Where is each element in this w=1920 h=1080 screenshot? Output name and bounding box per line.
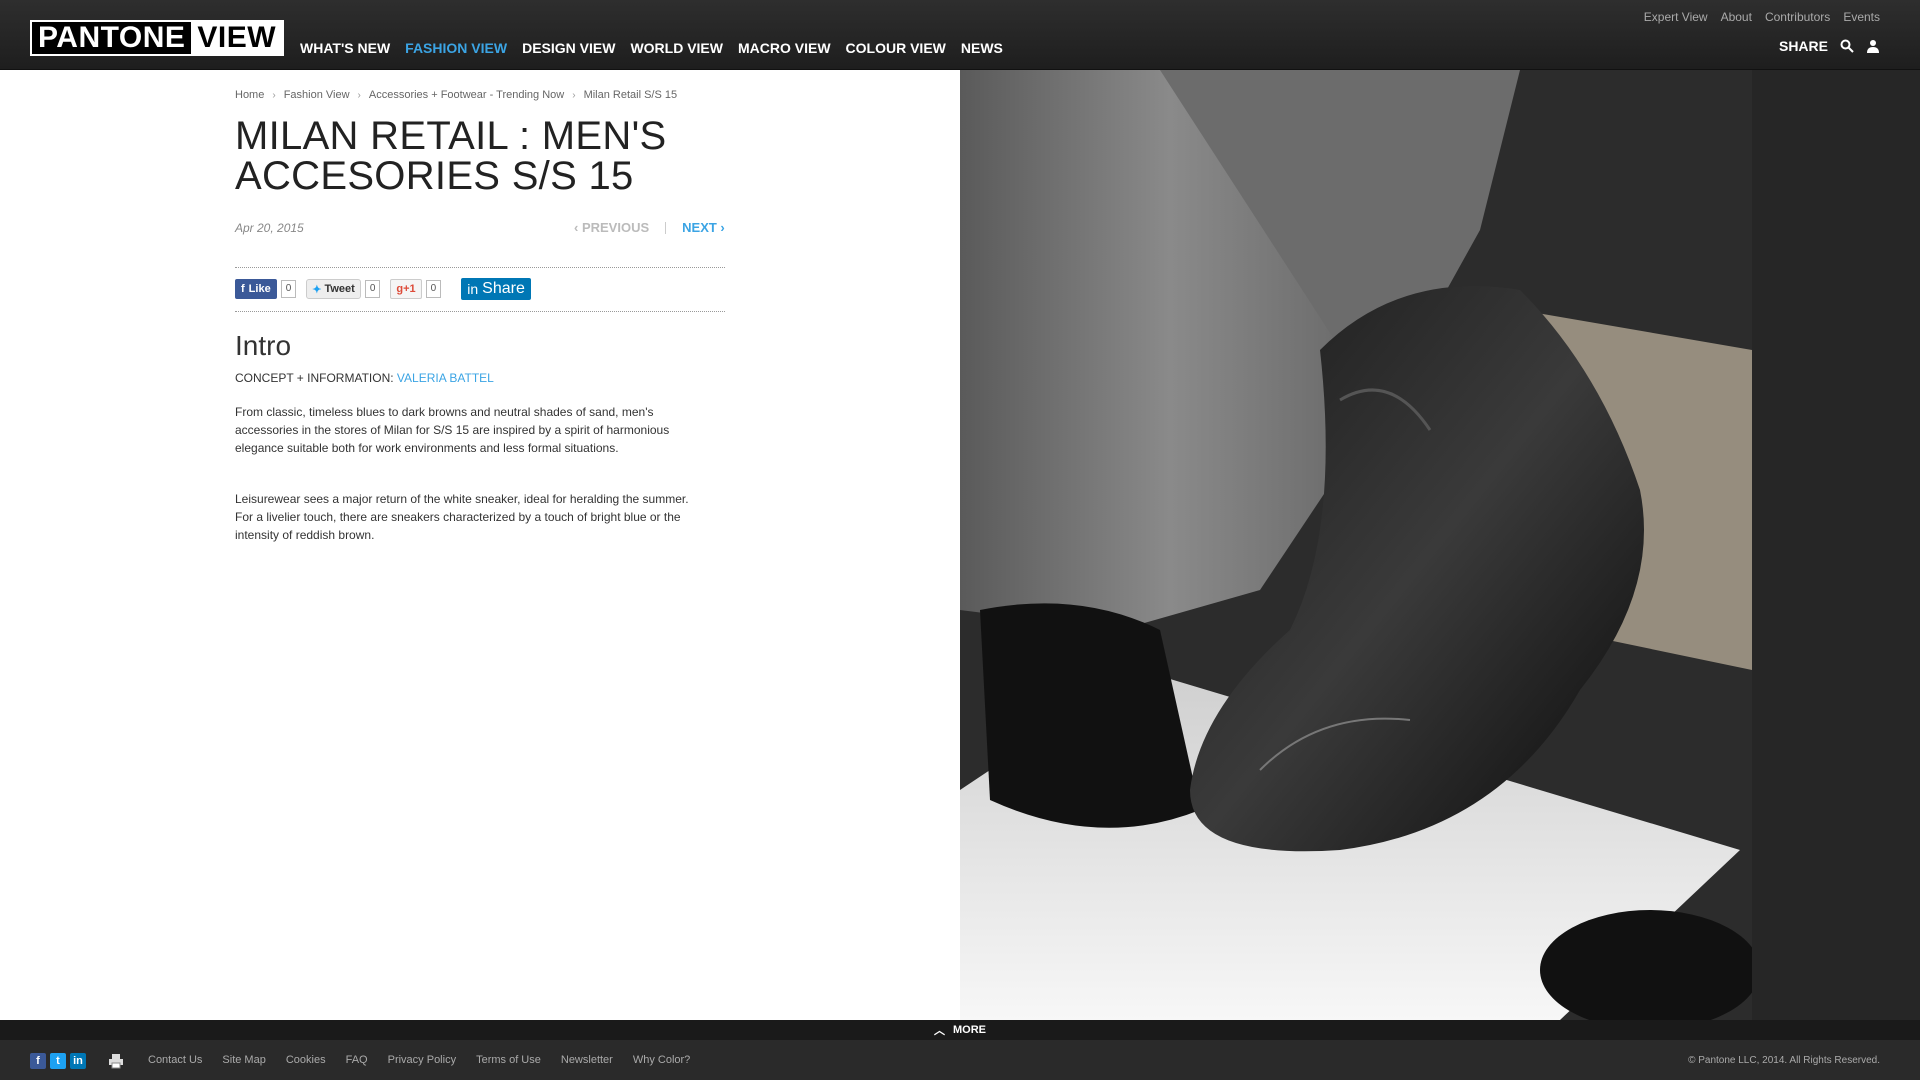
next-label: NEXT: [682, 220, 717, 235]
twitter-icon[interactable]: t: [50, 1053, 66, 1069]
gplus-label: +1: [403, 283, 416, 295]
concept-credit: CONCEPT + INFORMATION: VALERIA BATTEL: [235, 371, 494, 385]
footer-link-terms-of-use[interactable]: Terms of Use: [476, 1054, 541, 1066]
top-nav-about[interactable]: About: [1721, 10, 1752, 24]
article-pagination: ‹ PREVIOUS NEXT ›: [574, 220, 725, 235]
header-actions: SHARE: [1779, 38, 1880, 54]
breadcrumb-home[interactable]: Home: [235, 89, 264, 101]
footer-link-privacy-policy[interactable]: Privacy Policy: [388, 1054, 456, 1066]
footer-link-site-map[interactable]: Site Map: [222, 1054, 265, 1066]
chevron-up-icon: ︿: [934, 1025, 945, 1037]
author-link[interactable]: VALERIA BATTEL: [397, 371, 494, 385]
breadcrumb-fashion-view[interactable]: Fashion View: [284, 89, 350, 101]
tweet-widget: ✦ Tweet 0: [306, 279, 381, 299]
breadcrumb-separator-icon: ›: [357, 89, 361, 101]
share-button[interactable]: SHARE: [1779, 38, 1828, 54]
breadcrumb-separator-icon: ›: [272, 89, 276, 101]
divider: [235, 311, 725, 312]
site-header: PANTONE VIEW WHAT'S NEW FASHION VIEW DES…: [0, 0, 1920, 70]
top-nav-contributors[interactable]: Contributors: [1765, 10, 1830, 24]
previous-button[interactable]: ‹ PREVIOUS: [574, 220, 649, 235]
logo-pantone-text: PANTONE: [32, 22, 192, 54]
footer-link-faq[interactable]: FAQ: [346, 1054, 368, 1066]
facebook-icon: f: [241, 283, 245, 295]
logo-view-text: VIEW: [191, 22, 283, 54]
footer-link-cookies[interactable]: Cookies: [286, 1054, 326, 1066]
facebook-like-button[interactable]: f Like: [235, 279, 277, 299]
page-title: MILAN RETAIL : MEN'S ACCESORIES S/S 15: [235, 114, 667, 198]
article-date: Apr 20, 2015: [235, 221, 304, 235]
main-nav: WHAT'S NEW FASHION VIEW DESIGN VIEW WORL…: [300, 40, 1003, 56]
footer-links: Contact Us Site Map Cookies FAQ Privacy …: [148, 1054, 690, 1066]
tweet-button[interactable]: ✦ Tweet: [306, 279, 361, 299]
footer-social-links: f t in: [30, 1053, 86, 1069]
more-bar[interactable]: ︿ MORE: [0, 1020, 1920, 1040]
top-nav-events[interactable]: Events: [1843, 10, 1880, 24]
print-icon[interactable]: [108, 1053, 124, 1074]
previous-label: PREVIOUS: [581, 220, 650, 235]
social-share-bar: f Like 0 ✦ Tweet 0 g +1 0 in Share: [235, 278, 531, 300]
tweet-count: 0: [364, 280, 381, 298]
search-icon[interactable]: [1840, 39, 1854, 53]
linkedin-share-button[interactable]: in Share: [461, 278, 531, 300]
top-nav-expert-view[interactable]: Expert View: [1644, 10, 1708, 24]
facebook-like-widget: f Like 0: [235, 279, 297, 299]
gplus-count: 0: [425, 280, 442, 298]
intro-heading: Intro: [235, 330, 292, 361]
twitter-icon: ✦: [312, 283, 322, 296]
linkedin-icon[interactable]: in: [70, 1053, 86, 1069]
linkedin-share-label: Share: [482, 280, 525, 297]
facebook-count: 0: [280, 280, 297, 298]
copyright: © Pantone LLC, 2014. All Rights Reserved…: [1688, 1055, 1880, 1066]
breadcrumb-accessories[interactable]: Accessories + Footwear - Trending Now: [369, 89, 564, 101]
facebook-like-label: Like: [248, 283, 271, 295]
article-paragraph: From classic, timeless blues to dark bro…: [235, 405, 670, 455]
breadcrumb-current: Milan Retail S/S 15: [583, 89, 678, 101]
facebook-icon[interactable]: f: [30, 1053, 46, 1069]
linkedin-icon: in: [467, 281, 479, 297]
nav-macro-view[interactable]: MACRO VIEW: [738, 40, 831, 56]
top-nav: Expert View About Contributors Events: [1644, 10, 1880, 24]
nav-news[interactable]: NEWS: [961, 40, 1003, 56]
breadcrumb: Home › Fashion View › Accessories + Foot…: [235, 89, 677, 101]
concept-label: CONCEPT + INFORMATION:: [235, 371, 394, 385]
breadcrumb-separator-icon: ›: [572, 89, 576, 101]
nav-world-view[interactable]: WORLD VIEW: [630, 40, 723, 56]
more-label: MORE: [953, 1024, 986, 1036]
site-footer: f t in Contact Us Site Map Cookies FAQ P…: [0, 1040, 1920, 1080]
article-paragraph: Leisurewear sees a major return of the w…: [235, 492, 689, 542]
next-button[interactable]: NEXT ›: [682, 220, 725, 235]
nav-colour-view[interactable]: COLOUR VIEW: [846, 40, 946, 56]
divider: [235, 267, 725, 268]
right-side-panel: [1752, 70, 1920, 1020]
gplus-icon: g: [396, 283, 404, 295]
hero-image-shoe: [960, 70, 1752, 1020]
nav-design-view[interactable]: DESIGN VIEW: [522, 40, 615, 56]
footer-link-contact-us[interactable]: Contact Us: [148, 1054, 202, 1066]
footer-link-why-color[interactable]: Why Color?: [633, 1054, 690, 1066]
nav-fashion-view[interactable]: FASHION VIEW: [405, 40, 507, 56]
footer-link-newsletter[interactable]: Newsletter: [561, 1054, 613, 1066]
tweet-label: Tweet: [324, 283, 355, 295]
pantone-view-logo[interactable]: PANTONE VIEW: [30, 20, 285, 56]
gplus-widget: g +1 0: [390, 279, 442, 299]
pagination-divider: [665, 221, 667, 234]
nav-whats-new[interactable]: WHAT'S NEW: [300, 40, 390, 56]
shoe-illustration: [960, 70, 1752, 1020]
gplus-button[interactable]: g +1: [390, 279, 422, 299]
user-icon[interactable]: [1866, 39, 1880, 53]
